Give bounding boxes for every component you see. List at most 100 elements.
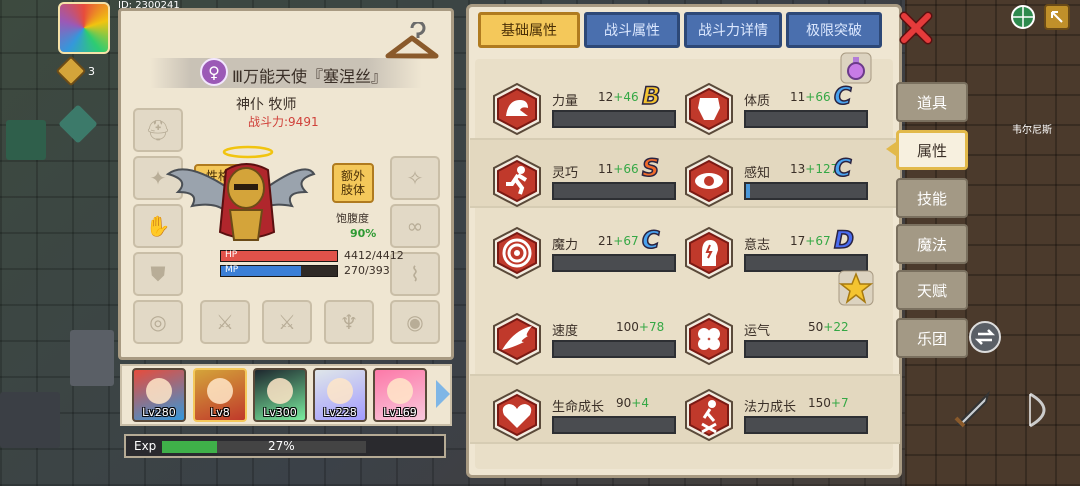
sword-icon[interactable] [950,388,994,432]
stat-name: 体质 [744,94,771,109]
side-tab-pointer-icon [886,142,896,156]
stat-value: 50+22 [808,320,849,334]
tab-limit-break[interactable]: 极限突破 [786,12,882,48]
running-man-icon [493,154,541,208]
roster-hero-card[interactable]: Lv300 [253,368,307,422]
clover-icon [685,312,733,366]
stat-name: 魔力 [552,238,579,253]
offhand-slot-icon[interactable]: ♆ [324,300,374,344]
mp-value: 270/393 [344,264,390,277]
expand-icon[interactable] [1044,4,1070,30]
stat-bonus: +22 [823,320,849,334]
hero-portrait [327,378,353,404]
coin-counter: 3 [55,55,95,87]
stat-name: 意志 [744,238,771,253]
side-tab-4[interactable]: 魔法 [896,224,968,264]
side-tab-1[interactable]: 道具 [896,82,968,122]
stat-bonus: +4 [631,396,649,410]
belt-slot-icon[interactable]: ∞ [390,204,440,248]
armor-slot-icon[interactable]: ⛊ [133,252,183,296]
stat-5: 魔力 21+67 C [490,225,680,286]
amulet-slot-icon[interactable]: ◉ [390,300,440,344]
hero-level: Lv280 [142,406,176,419]
stat-grade: S [641,153,660,183]
tab-combat-power-details[interactable]: 战斗力详情 [684,12,782,48]
stat-bonus: +67 [613,234,639,248]
stat-progress-bar [552,110,676,128]
stat-progress-bar [552,340,676,358]
star-icon[interactable] [838,270,874,306]
stat-3: 灵巧 11+66 S [490,153,680,214]
stat-name: 生命成长 [552,400,605,415]
potion-icon[interactable] [840,52,872,84]
arm-muscle-icon [493,82,541,136]
stat-value: 11+66 [790,90,831,104]
stat-2: 体质 11+66 C [682,81,872,142]
stat-8: 运气 50+22 [682,312,872,372]
hero-portrait [387,378,413,404]
stat-progress-bar [744,110,868,128]
side-tab-5[interactable]: 天赋 [896,270,968,310]
roster-next-arrow-icon[interactable] [436,380,450,408]
side-tab-3[interactable]: 技能 [896,178,968,218]
close-icon[interactable] [898,10,934,46]
hero-portrait [267,378,293,404]
swap-icon[interactable] [968,320,1002,354]
roster-hero-card[interactable]: Lv280 [132,368,186,422]
stat-4: 感知 13+127 C [682,153,872,214]
side-tab-6[interactable]: 乐团 [896,318,968,358]
stat-value: 13+127 [790,162,838,176]
hero-level: Lv169 [383,406,417,419]
stat-1: 力量 12+46 B [490,81,680,142]
stat-grade: D [833,225,854,255]
stat-name: 法力成长 [744,400,797,415]
joystick-pad[interactable] [70,330,114,386]
roster-hero-card[interactable]: Lv228 [313,368,367,422]
side-tab-2[interactable]: 属性 [896,130,968,170]
exp-label: Exp [134,439,157,453]
map-tile [6,120,46,160]
stat-value: 150+7 [808,396,849,410]
bow-icon[interactable] [1020,388,1064,432]
weapon-slot-2-icon[interactable]: ⚔ [262,300,312,344]
body-torso-icon [685,82,733,136]
stat-base: 13 [790,162,806,176]
stat-bonus: +67 [805,234,831,248]
hp-bar: HP [220,250,338,262]
stat-progress-bar [552,416,676,434]
roster-hero-card[interactable]: Lv8 [193,368,247,422]
stat-base: 17 [790,234,806,248]
stat-base: 11 [598,162,614,176]
stat-grade: C [641,225,660,255]
stat-base: 50 [808,320,824,334]
satiety-value: 90% [350,227,377,240]
stat-base: 12 [598,90,614,104]
stat-base: 90 [616,396,632,410]
mp-bar: MP [220,265,338,277]
stat-base: 100 [616,320,639,334]
ring-slot-icon[interactable]: ◎ [133,300,183,344]
stat-base: 21 [598,234,614,248]
female-icon: ♀ [200,58,228,86]
character-sprite [166,145,316,241]
exp-percent: 27% [268,439,295,453]
tab-combat-attributes[interactable]: 战斗属性 [584,12,680,48]
exp-bar: Exp 27% [124,434,446,458]
extra-limb-button[interactable]: 额外肢体 [332,163,374,203]
stat-value: 100+78 [616,320,664,334]
hero-level: Lv8 [210,406,230,419]
hero-portrait [146,378,172,404]
exp-track [162,441,366,453]
roster-hero-card[interactable]: Lv169 [373,368,427,422]
coin-icon [55,55,87,87]
hero-portrait [207,378,233,404]
boot-slot-icon[interactable]: ✧ [390,156,440,200]
exp-fill [162,441,218,453]
stat-grade: C [833,153,852,183]
magic-swirl-icon [493,226,541,280]
weapon-slot-1-icon[interactable]: ⚔ [200,300,250,344]
globe-icon[interactable] [1010,4,1036,30]
character-name: Ⅲ万能天使『塞涅丝』 [232,63,387,87]
tab-basic-attributes[interactable]: 基础属性 [478,12,580,48]
player-avatar[interactable] [58,2,110,54]
